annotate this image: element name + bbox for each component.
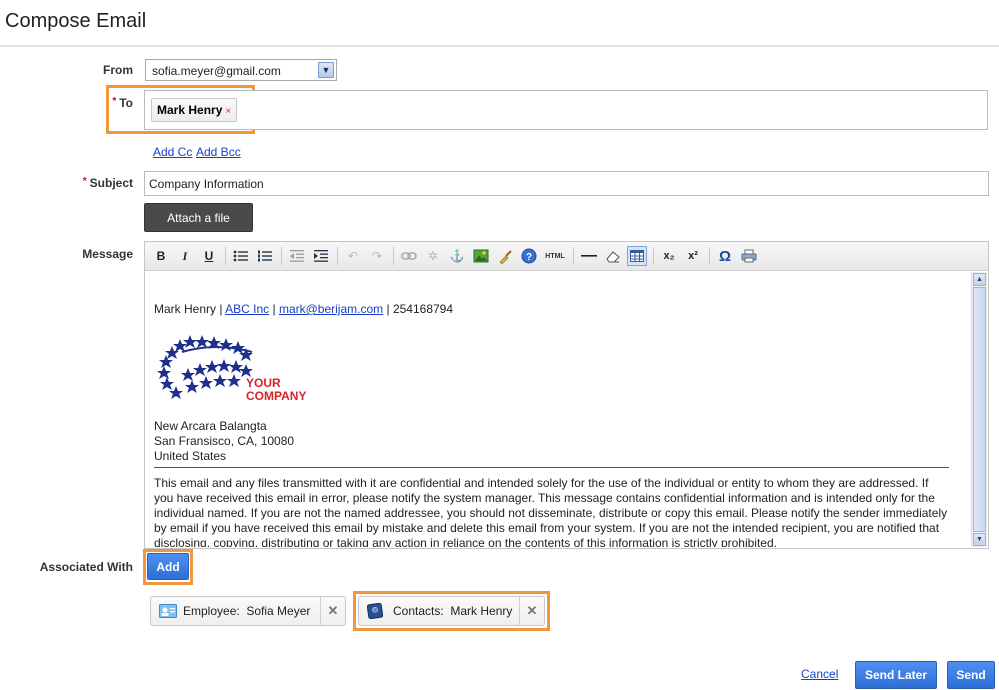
message-editor[interactable]: B I U ↶ ↷ ✲ ⚓ ? HTML x₂ x² Ω Mark Henry … [144, 241, 989, 549]
association-chip-employee: Employee: Sofia Meyer ✕ [150, 596, 346, 626]
from-label: From [103, 63, 133, 77]
table-icon[interactable] [627, 246, 647, 266]
required-marker: * [82, 176, 87, 187]
association-type: Contacts: [393, 604, 444, 618]
anchor-icon[interactable]: ⚓ [447, 246, 467, 266]
title-divider [0, 45, 999, 47]
italic-icon[interactable]: I [175, 246, 195, 266]
close-icon[interactable]: ✕ [519, 597, 544, 625]
association-name: Sofia Meyer [246, 604, 311, 618]
outdent-icon[interactable] [287, 246, 307, 266]
editor-toolbar: B I U ↶ ↷ ✲ ⚓ ? HTML x₂ x² Ω [145, 242, 988, 271]
associated-label: Associated With [39, 560, 133, 574]
recipient-name: Mark Henry [157, 103, 223, 117]
employee-card-icon [159, 604, 177, 618]
special-char-icon[interactable]: Ω [715, 246, 735, 266]
cleanup-icon[interactable] [495, 246, 515, 266]
toolbar-separator [225, 247, 226, 265]
toolbar-separator [393, 247, 394, 265]
from-select[interactable]: sofia.meyer@gmail.com ▼ [145, 59, 337, 81]
association-name: Mark Henry [450, 604, 513, 618]
logo-text-company: COMPANY [246, 389, 306, 403]
address-line-1: New Arcara Balangta [154, 419, 267, 433]
unlink-icon[interactable]: ✲ [423, 246, 443, 266]
toolbar-separator [281, 247, 282, 265]
remove-recipient-icon[interactable]: × [225, 106, 231, 117]
email-link[interactable]: mark@berijam.com [279, 302, 383, 316]
help-icon[interactable]: ? [519, 246, 539, 266]
to-field[interactable] [144, 90, 988, 130]
cancel-link[interactable]: Cancel [801, 667, 838, 681]
underline-icon[interactable]: U [199, 246, 219, 266]
recipient-chip[interactable]: Mark Henry × [151, 98, 238, 122]
close-icon[interactable]: ✕ [320, 597, 345, 625]
subject-label: * Subject [82, 176, 133, 190]
association-type: Employee: [183, 604, 240, 618]
ordered-list-icon[interactable] [255, 246, 275, 266]
company-logo: YOUR COMPANY [156, 330, 336, 405]
from-value: sofia.meyer@gmail.com [152, 64, 281, 78]
contact-card-icon: @ [367, 603, 383, 619]
superscript-icon[interactable]: x² [683, 246, 703, 266]
signature-divider [154, 467, 949, 468]
page-title: Compose Email [5, 10, 147, 32]
indent-icon[interactable] [311, 246, 331, 266]
scroll-down-icon[interactable]: ▼ [973, 533, 986, 546]
svg-text:@: @ [372, 608, 377, 614]
print-icon[interactable] [739, 246, 759, 266]
send-later-button[interactable]: Send Later [855, 661, 937, 689]
send-button[interactable]: Send [947, 661, 995, 689]
undo-icon[interactable]: ↶ [343, 246, 363, 266]
html-icon[interactable]: HTML [543, 246, 567, 266]
message-body[interactable]: Mark Henry | ABC Inc | mark@berijam.com … [153, 272, 953, 547]
redo-icon[interactable]: ↷ [367, 246, 387, 266]
required-marker: * [112, 96, 117, 107]
signature-name: Mark Henry [154, 302, 217, 316]
subject-input[interactable]: Company Information [144, 171, 989, 196]
add-association-button[interactable]: Add [147, 553, 189, 580]
editor-scrollbar[interactable]: ▲ ▼ [971, 272, 987, 547]
scroll-up-icon[interactable]: ▲ [973, 273, 986, 286]
toolbar-separator [653, 247, 654, 265]
company-link[interactable]: ABC Inc [225, 302, 269, 316]
disclaimer-text: This email and any files transmitted wit… [154, 476, 948, 547]
message-label: Message [82, 247, 133, 261]
bold-icon[interactable]: B [151, 246, 171, 266]
address-line-3: United States [154, 449, 227, 463]
signature-phone: 254168794 [392, 302, 454, 316]
address-block: New Arcara Balangta San Fransisco, CA, 1… [154, 419, 294, 464]
logo-text-your: YOUR [246, 376, 281, 390]
to-label: * To [112, 96, 133, 110]
attach-file-button[interactable]: Attach a file [144, 203, 253, 232]
toolbar-separator [573, 247, 574, 265]
horizontal-rule-icon[interactable] [579, 246, 599, 266]
eraser-icon[interactable] [603, 246, 623, 266]
association-chip-contact: @ Contacts: Mark Henry ✕ [358, 596, 545, 626]
chevron-down-icon[interactable]: ▼ [318, 62, 334, 78]
signature-line: Mark Henry | ABC Inc | mark@berijam.com … [154, 302, 454, 316]
svg-text:?: ? [526, 252, 532, 263]
scrollbar-thumb[interactable] [973, 287, 986, 532]
add-bcc-link[interactable]: Add Bcc [196, 145, 241, 159]
image-icon[interactable] [471, 246, 491, 266]
link-icon[interactable] [399, 246, 419, 266]
subscript-icon[interactable]: x₂ [659, 246, 679, 266]
toolbar-separator [709, 247, 710, 265]
toolbar-separator [337, 247, 338, 265]
address-line-2: San Fransisco, CA, 10080 [154, 434, 295, 448]
subject-value: Company Information [149, 177, 264, 191]
unordered-list-icon[interactable] [231, 246, 251, 266]
add-cc-link[interactable]: Add Cc [153, 145, 192, 159]
